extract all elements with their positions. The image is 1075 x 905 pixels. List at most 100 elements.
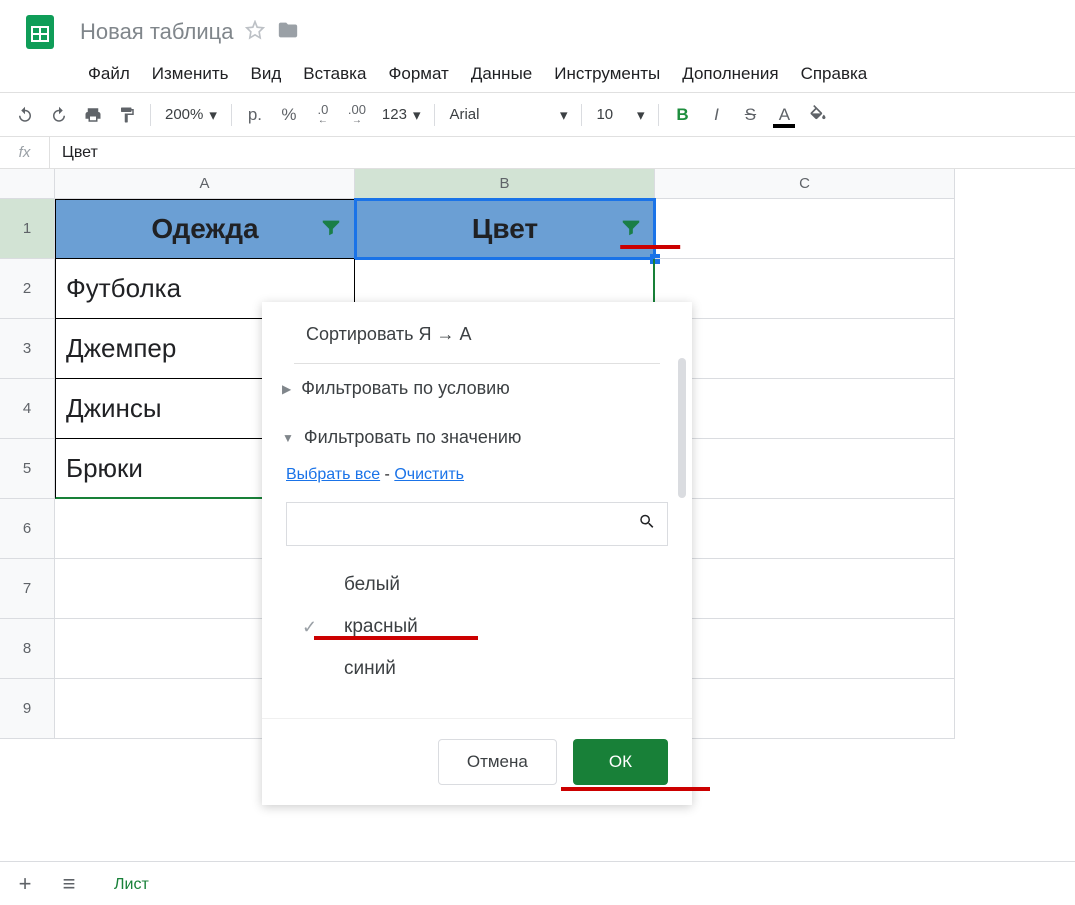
cell-c1[interactable] xyxy=(655,199,955,259)
paint-format-button[interactable] xyxy=(112,100,142,130)
bold-button[interactable]: B xyxy=(667,100,697,130)
col-header-a[interactable]: A xyxy=(55,169,355,199)
ok-button[interactable]: ОК xyxy=(573,739,668,785)
cell-c9[interactable] xyxy=(655,679,955,739)
fx-label: fx xyxy=(0,137,50,168)
text-color-button[interactable]: A xyxy=(769,100,799,130)
print-button[interactable] xyxy=(78,100,108,130)
filter-search xyxy=(286,502,668,546)
menu-file[interactable]: Файл xyxy=(80,60,138,90)
row-header-6[interactable]: 6 xyxy=(0,499,55,559)
menu-help[interactable]: Справка xyxy=(793,60,876,90)
search-icon[interactable] xyxy=(638,513,656,536)
add-sheet-button[interactable]: + xyxy=(8,867,42,901)
caret-right-icon: ▶ xyxy=(282,382,291,396)
number-format-select[interactable]: 123 ▾ xyxy=(376,106,427,124)
doc-title[interactable]: Новая таблица xyxy=(80,19,233,45)
ok-label: ОК xyxy=(609,752,632,771)
size-value: 10 xyxy=(596,106,613,123)
filter-icon[interactable] xyxy=(620,213,642,245)
undo-button[interactable] xyxy=(10,100,40,130)
filter-value-item[interactable]: синий xyxy=(302,648,668,690)
filter-icon[interactable] xyxy=(320,213,342,245)
col-header-c[interactable]: C xyxy=(655,169,955,199)
menu-data[interactable]: Данные xyxy=(463,60,540,90)
cell-c2[interactable] xyxy=(655,259,955,319)
filter-search-input[interactable] xyxy=(286,502,668,546)
col-header-b[interactable]: B xyxy=(355,169,655,199)
cell-c5[interactable] xyxy=(655,439,955,499)
clear-link[interactable]: Очистить xyxy=(394,466,464,483)
italic-button[interactable]: I xyxy=(701,100,731,130)
link-sep: - xyxy=(380,466,394,483)
all-sheets-button[interactable]: ≡ xyxy=(52,867,86,901)
row-header-4[interactable]: 4 xyxy=(0,379,55,439)
filter-value-item[interactable]: белый xyxy=(302,564,668,606)
fill-color-button[interactable] xyxy=(803,100,833,130)
dropdown-icon: ▾ xyxy=(560,106,568,124)
currency-button[interactable]: р. xyxy=(240,100,270,130)
cell-c6[interactable] xyxy=(655,499,955,559)
formula-input[interactable]: Цвет xyxy=(50,144,1075,162)
cell-c8[interactable] xyxy=(655,619,955,679)
cell-a1[interactable]: Одежда xyxy=(55,199,355,259)
caret-down-icon: ▼ xyxy=(282,431,294,445)
menu-format[interactable]: Формат xyxy=(380,60,456,90)
dropdown-icon: ▾ xyxy=(209,106,217,124)
filter-by-condition[interactable]: ▶Фильтровать по условию xyxy=(262,364,692,413)
cell-c4[interactable] xyxy=(655,379,955,439)
zoom-value: 200% xyxy=(165,106,203,123)
toolbar: 200%▾ р. % .0← .00→ 123▾ Arial▾ 10▾ B I … xyxy=(0,93,1075,137)
menu-edit[interactable]: Изменить xyxy=(144,60,237,90)
cell-b1[interactable]: Цвет xyxy=(355,199,655,259)
font-select[interactable]: Arial ▾ xyxy=(443,106,573,124)
header-b-label: Цвет xyxy=(472,213,538,245)
sheet-bar: + ≡ Лист xyxy=(0,861,1075,905)
strike-label: S xyxy=(745,105,756,125)
check-icon: ✓ xyxy=(302,617,326,638)
italic-label: I xyxy=(714,105,719,125)
row-header-8[interactable]: 8 xyxy=(0,619,55,679)
sheet-tab[interactable]: Лист xyxy=(96,863,167,904)
row-header-2[interactable]: 2 xyxy=(0,259,55,319)
value-label: красный xyxy=(344,616,418,638)
folder-icon[interactable] xyxy=(277,19,299,46)
menu-addons[interactable]: Дополнения xyxy=(674,60,786,90)
dropdown-icon: ▾ xyxy=(413,106,421,124)
row-header-5[interactable]: 5 xyxy=(0,439,55,499)
header-a-label: Одежда xyxy=(151,213,258,245)
select-clear-links: Выбрать все - Очистить xyxy=(262,462,692,502)
row-header-1[interactable]: 1 xyxy=(0,199,55,259)
zoom-select[interactable]: 200% ▾ xyxy=(159,106,223,124)
cell-c3[interactable] xyxy=(655,319,955,379)
row-header-9[interactable]: 9 xyxy=(0,679,55,739)
menu-insert[interactable]: Вставка xyxy=(295,60,374,90)
sheets-logo xyxy=(16,8,64,56)
row-header-7[interactable]: 7 xyxy=(0,559,55,619)
redo-button[interactable] xyxy=(44,100,74,130)
percent-button[interactable]: % xyxy=(274,100,304,130)
select-all-corner[interactable] xyxy=(0,169,55,199)
value-label: синий xyxy=(344,658,396,680)
font-size-select[interactable]: 10 ▾ xyxy=(590,106,650,124)
menu-view[interactable]: Вид xyxy=(242,60,289,90)
decrease-decimal-button[interactable]: .0← xyxy=(308,100,338,130)
numfmt-value: 123 xyxy=(382,106,407,123)
font-value: Arial xyxy=(449,106,479,123)
cell-c7[interactable] xyxy=(655,559,955,619)
increase-decimal-button[interactable]: .00→ xyxy=(342,100,372,130)
cancel-button[interactable]: Отмена xyxy=(438,739,557,785)
scrollbar[interactable] xyxy=(678,358,686,498)
filter-values-list: белый ✓ красный синий xyxy=(262,560,692,698)
star-icon[interactable] xyxy=(245,20,265,45)
filter-by-value[interactable]: ▼Фильтровать по значению xyxy=(262,413,692,462)
select-all-link[interactable]: Выбрать все xyxy=(286,466,380,483)
row-header-3[interactable]: 3 xyxy=(0,319,55,379)
menu-tools[interactable]: Инструменты xyxy=(546,60,668,90)
dropdown-icon: ▾ xyxy=(637,106,645,124)
sort-z-a[interactable]: Сортировать Я → А xyxy=(262,316,692,363)
value-label: белый xyxy=(344,574,400,596)
strikethrough-button[interactable]: S xyxy=(735,100,765,130)
formula-bar: fx Цвет xyxy=(0,137,1075,169)
filter-value-item[interactable]: ✓ красный xyxy=(302,606,668,648)
